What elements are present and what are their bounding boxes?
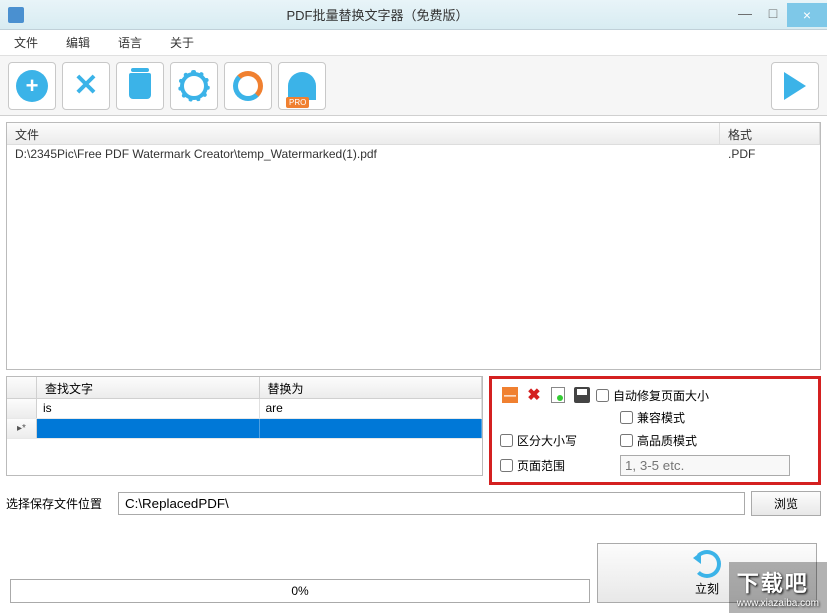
replace-cell[interactable]: are bbox=[260, 399, 483, 418]
range-label: 页面范围 bbox=[517, 457, 565, 474]
x-icon: ✕ bbox=[73, 68, 98, 103]
help-button[interactable] bbox=[224, 62, 272, 110]
clear-button[interactable] bbox=[116, 62, 164, 110]
window-controls: — □ × bbox=[731, 3, 827, 27]
grid-corner bbox=[7, 377, 37, 398]
opt-save-button[interactable] bbox=[572, 385, 592, 405]
file-column-header[interactable]: 文件 bbox=[7, 123, 720, 144]
auto-fix-page-size-check[interactable]: 自动修复页面大小 bbox=[596, 387, 709, 404]
auto-fix-checkbox[interactable] bbox=[596, 389, 609, 402]
options-toolbar: — ✖ 自动修复页面大小 bbox=[500, 385, 810, 405]
pro-icon bbox=[288, 72, 316, 100]
add-button[interactable]: + bbox=[8, 62, 56, 110]
output-label: 选择保存文件位置 bbox=[6, 495, 112, 512]
range-checkbox[interactable] bbox=[500, 459, 513, 472]
hq-checkbox[interactable] bbox=[620, 434, 633, 447]
auto-fix-label: 自动修复页面大小 bbox=[613, 387, 709, 404]
arrow-right-icon bbox=[784, 72, 806, 100]
hq-label: 高品质模式 bbox=[637, 432, 697, 449]
titlebar: PDF批量替换文字器（免费版） — □ × bbox=[0, 0, 827, 30]
high-quality-check[interactable]: 高品质模式 bbox=[620, 432, 810, 449]
menu-about[interactable]: 关于 bbox=[164, 32, 200, 53]
settings-button[interactable] bbox=[170, 62, 218, 110]
compat-mode-check[interactable]: 兼容模式 bbox=[620, 409, 810, 426]
file-list-header: 文件 格式 bbox=[7, 123, 820, 145]
window-title: PDF批量替换文字器（免费版） bbox=[24, 5, 731, 24]
menubar: 文件 编辑 语言 关于 bbox=[0, 30, 827, 56]
replace-cell-new[interactable] bbox=[260, 419, 483, 438]
plus-icon: + bbox=[16, 70, 48, 102]
gear-icon bbox=[180, 72, 208, 100]
browse-button[interactable]: 浏览 bbox=[751, 491, 821, 516]
output-bar: 选择保存文件位置 浏览 bbox=[6, 491, 821, 516]
replace-grid-header: 查找文字 替换为 bbox=[7, 377, 482, 399]
replace-grid: 查找文字 替换为 is are ▸* bbox=[6, 376, 483, 476]
opt-open-button[interactable] bbox=[548, 385, 568, 405]
run-label: 立刻 bbox=[695, 580, 719, 597]
trash-icon bbox=[129, 73, 151, 99]
watermark-small: www.xiazaiba.com bbox=[737, 598, 819, 609]
page-range-input[interactable] bbox=[620, 455, 790, 476]
close-button[interactable]: × bbox=[787, 3, 827, 27]
format-column-header[interactable]: 格式 bbox=[720, 123, 820, 144]
grid-row-new[interactable]: ▸* bbox=[7, 419, 482, 439]
watermark-big: 下载吧 bbox=[737, 566, 819, 598]
menu-edit[interactable]: 编辑 bbox=[60, 32, 96, 53]
output-path-input[interactable] bbox=[118, 492, 745, 515]
file-path-cell: D:\2345Pic\Free PDF Watermark Creator\te… bbox=[7, 145, 720, 163]
menu-file[interactable]: 文件 bbox=[8, 32, 44, 53]
app-window: PDF批量替换文字器（免费版） — □ × 文件 编辑 语言 关于 + ✕ 文件… bbox=[0, 0, 827, 613]
replace-column-header[interactable]: 替换为 bbox=[260, 377, 483, 398]
help-icon bbox=[233, 71, 263, 101]
watermark: 下载吧 www.xiazaiba.com bbox=[729, 562, 827, 613]
grid-row[interactable]: is are bbox=[7, 399, 482, 419]
toolbar: + ✕ bbox=[0, 56, 827, 116]
page-range-check[interactable]: 页面范围 bbox=[500, 455, 610, 476]
minus-icon: — bbox=[502, 387, 518, 403]
progress-bar: 0% bbox=[10, 579, 590, 603]
minimize-button[interactable]: — bbox=[731, 3, 759, 23]
opt-remove-button[interactable]: — bbox=[500, 385, 520, 405]
row-header[interactable] bbox=[7, 399, 37, 418]
next-button[interactable] bbox=[771, 62, 819, 110]
opt-delete-button[interactable]: ✖ bbox=[524, 385, 544, 405]
case-label: 区分大小写 bbox=[517, 432, 577, 449]
options-panel: — ✖ 自动修复页面大小 兼容模式 区分大小写 高品质模式 页面范围 bbox=[489, 376, 821, 485]
maximize-button[interactable]: □ bbox=[759, 3, 787, 23]
row-header-new[interactable]: ▸* bbox=[7, 419, 37, 438]
file-list: 文件 格式 D:\2345Pic\Free PDF Watermark Crea… bbox=[6, 122, 821, 370]
menu-language[interactable]: 语言 bbox=[112, 32, 148, 53]
file-format-cell: .PDF bbox=[720, 145, 820, 163]
replace-section: 查找文字 替换为 is are ▸* — ✖ 自动修复页面大小 bbox=[6, 376, 821, 485]
pro-button[interactable] bbox=[278, 62, 326, 110]
x-red-icon: ✖ bbox=[527, 385, 540, 405]
find-cell-new[interactable] bbox=[37, 419, 260, 438]
app-icon bbox=[8, 7, 24, 23]
save-icon bbox=[574, 387, 590, 403]
find-cell[interactable]: is bbox=[37, 399, 260, 418]
find-column-header[interactable]: 查找文字 bbox=[37, 377, 260, 398]
file-row[interactable]: D:\2345Pic\Free PDF Watermark Creator\te… bbox=[7, 145, 820, 163]
case-checkbox[interactable] bbox=[500, 434, 513, 447]
refresh-icon bbox=[693, 550, 721, 578]
compat-checkbox[interactable] bbox=[620, 411, 633, 424]
compat-label: 兼容模式 bbox=[637, 409, 685, 426]
remove-button[interactable]: ✕ bbox=[62, 62, 110, 110]
case-sensitive-check[interactable]: 区分大小写 bbox=[500, 432, 610, 449]
page-icon bbox=[551, 387, 565, 403]
progress-text: 0% bbox=[291, 584, 308, 598]
